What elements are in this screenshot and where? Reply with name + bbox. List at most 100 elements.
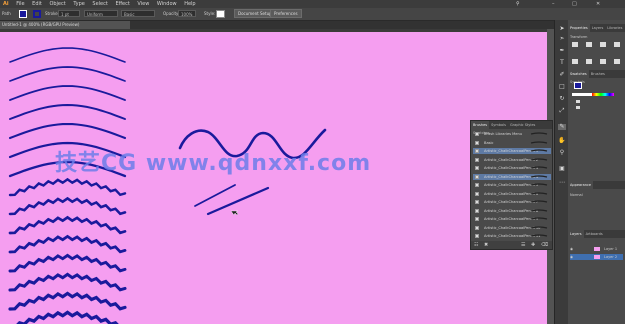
brush-checkbox[interactable] [475, 191, 479, 196]
brush-checkbox[interactable] [475, 140, 479, 145]
align-icon-8[interactable] [614, 59, 620, 64]
menu-item-view[interactable]: View [137, 0, 149, 8]
brush-list-item[interactable]: Artistic_ChalkCharcoalPencil 5 [473, 182, 551, 188]
brush-checkbox[interactable] [475, 166, 479, 170]
wave-stroke[interactable] [8, 253, 127, 273]
new-brush-icon[interactable]: ✚ [531, 242, 535, 248]
fill-stroke-icon[interactable]: ▣ [558, 166, 566, 172]
tab-artboards[interactable]: Artboards [584, 230, 605, 238]
brush-list-item[interactable]: Artistic_ChalkCharcoalPencil 10 [473, 225, 551, 231]
menu-item-type[interactable]: Type [73, 0, 84, 8]
search-icon[interactable]: ⚲ [516, 0, 520, 8]
direct-select-icon[interactable]: ➣ [558, 36, 566, 42]
pen-icon[interactable]: ✒ [558, 48, 566, 54]
brush-list-item[interactable]: Artistic_ChalkCharcoalPencil 7 [473, 199, 551, 205]
brush-checkbox[interactable] [475, 132, 479, 136]
brush-checkbox[interactable] [475, 174, 479, 179]
stroke-swatch[interactable] [33, 10, 41, 18]
preferences-button[interactable]: Preferences [270, 9, 302, 18]
brush-list-item[interactable]: Artistic_ChalkCharcoalPencil 11 [473, 233, 551, 239]
wave-stroke[interactable] [9, 104, 126, 120]
brush-list-item[interactable]: Brush Libraries Menu [473, 131, 551, 137]
rotate-icon[interactable]: ↻ [558, 96, 566, 102]
more-tools-icon[interactable]: ⋯ [558, 180, 566, 186]
opacity-field[interactable]: 100% [178, 10, 196, 17]
menu-item-effect[interactable]: Effect [115, 0, 129, 8]
wave-stroke[interactable] [8, 196, 127, 216]
wave-stroke[interactable] [10, 310, 125, 324]
align-icon-2[interactable] [586, 42, 592, 47]
variable-width-dropdown[interactable]: Uniform [84, 10, 118, 17]
document-tab[interactable]: Untitled-1 @ 400% (RGB/GPU Preview) [0, 21, 130, 29]
tab-layers-top[interactable]: Layers [590, 24, 606, 32]
brush-list-item[interactable]: Artistic_ChalkCharcoalPencil 6 [473, 191, 551, 197]
align-icon-3[interactable] [600, 42, 606, 47]
brush-list-item[interactable]: Artistic_ChalkCharcoalPencil 2 [473, 157, 551, 163]
remove-stroke-icon[interactable]: ✖ [484, 242, 488, 248]
brush-list-item[interactable]: Artistic_ChalkCharcoalPencil 9 [473, 216, 551, 222]
wave-stroke[interactable] [8, 272, 127, 292]
brush-list-item[interactable]: Basic [473, 140, 551, 146]
tab-libraries[interactable]: Libraries [605, 24, 624, 32]
tab-layers[interactable]: Layers [568, 230, 584, 238]
wave-stroke[interactable] [9, 85, 126, 101]
brush-definition-dropdown[interactable]: Basic [121, 10, 155, 17]
brush-list-item[interactable]: Artistic_ChalkCharcoalPencil 3 [473, 165, 551, 171]
eyedropper-icon[interactable]: ✎ [558, 124, 566, 130]
menu-item-edit[interactable]: Edit [32, 0, 42, 8]
swatch-gradient[interactable] [592, 93, 614, 96]
brush-list-item[interactable]: Artistic_ChalkCharcoalPencil 1 [473, 148, 551, 154]
eye-icon[interactable]: ◉ [570, 246, 573, 252]
artboard[interactable] [0, 32, 547, 324]
menu-item-window[interactable]: Window [157, 0, 177, 8]
brush-checkbox[interactable] [475, 183, 479, 187]
swatch-white[interactable] [572, 93, 592, 96]
layer-row-1[interactable]: ◉ Layer 1 [570, 246, 623, 252]
wave-stroke[interactable] [9, 47, 126, 63]
tab-swatches[interactable]: Swatches [568, 70, 589, 78]
brush-checkbox[interactable] [475, 149, 479, 153]
menu-item-ai[interactable]: Ai [3, 0, 9, 8]
brush-list-item[interactable]: Artistic_ChalkCharcoalPencil 8 [473, 208, 551, 214]
align-icon-1[interactable] [572, 42, 578, 47]
tab-symbols[interactable]: Symbols [489, 121, 508, 129]
scale-icon[interactable]: ⤢ [558, 108, 566, 114]
brush-checkbox[interactable] [475, 217, 479, 221]
wave-stroke[interactable] [8, 215, 127, 235]
brush-checkbox[interactable] [475, 208, 479, 213]
swatch-blue[interactable] [574, 82, 582, 89]
tab-graphic-styles[interactable]: Graphic Styles [508, 121, 537, 129]
library-icon[interactable]: ☷ [474, 242, 478, 248]
stroke-weight-field[interactable]: 1 pt [58, 10, 80, 17]
menu-item-select[interactable]: Select [92, 0, 107, 8]
brush-checkbox[interactable] [475, 157, 479, 162]
delete-icon[interactable]: ⌫ [541, 242, 548, 248]
brush-checkbox[interactable] [475, 200, 479, 204]
wave-stroke[interactable] [8, 291, 127, 311]
menu-item-object[interactable]: Object [49, 0, 65, 8]
tab-brushes-top[interactable]: Brushes [589, 70, 607, 78]
brush-checkbox[interactable] [475, 225, 479, 230]
move-icon[interactable]: ➤ [558, 26, 566, 32]
align-icon-7[interactable] [600, 59, 606, 64]
rect-icon[interactable]: □ [558, 84, 566, 90]
menu-item-help[interactable]: Help [184, 0, 195, 8]
align-icon-6[interactable] [586, 59, 592, 64]
wave-stroke[interactable] [8, 122, 127, 140]
brush-list-item[interactable]: Artistic_ChalkCharcoalPencil 4 [473, 173, 551, 180]
align-icon-5[interactable] [572, 59, 578, 64]
swatch-gray-2[interactable] [576, 106, 580, 109]
zoom-icon[interactable]: ⚲ [558, 150, 566, 156]
brush-checkbox[interactable] [475, 234, 479, 238]
blend-mode-dropdown[interactable]: Normal [570, 192, 623, 198]
hand-icon[interactable]: ✋ [558, 138, 566, 144]
menu-item-file[interactable]: File [16, 0, 24, 8]
align-icon-4[interactable] [614, 42, 620, 47]
type-icon[interactable]: T [558, 60, 566, 66]
eye-icon[interactable]: ◉ [570, 254, 573, 260]
tab-properties[interactable]: Properties [568, 24, 590, 32]
swatch-gray-1[interactable] [576, 100, 580, 103]
maximize-icon[interactable]: □ [572, 0, 577, 8]
minimize-icon[interactable]: – [552, 0, 555, 8]
close-icon[interactable]: ✕ [596, 0, 600, 8]
